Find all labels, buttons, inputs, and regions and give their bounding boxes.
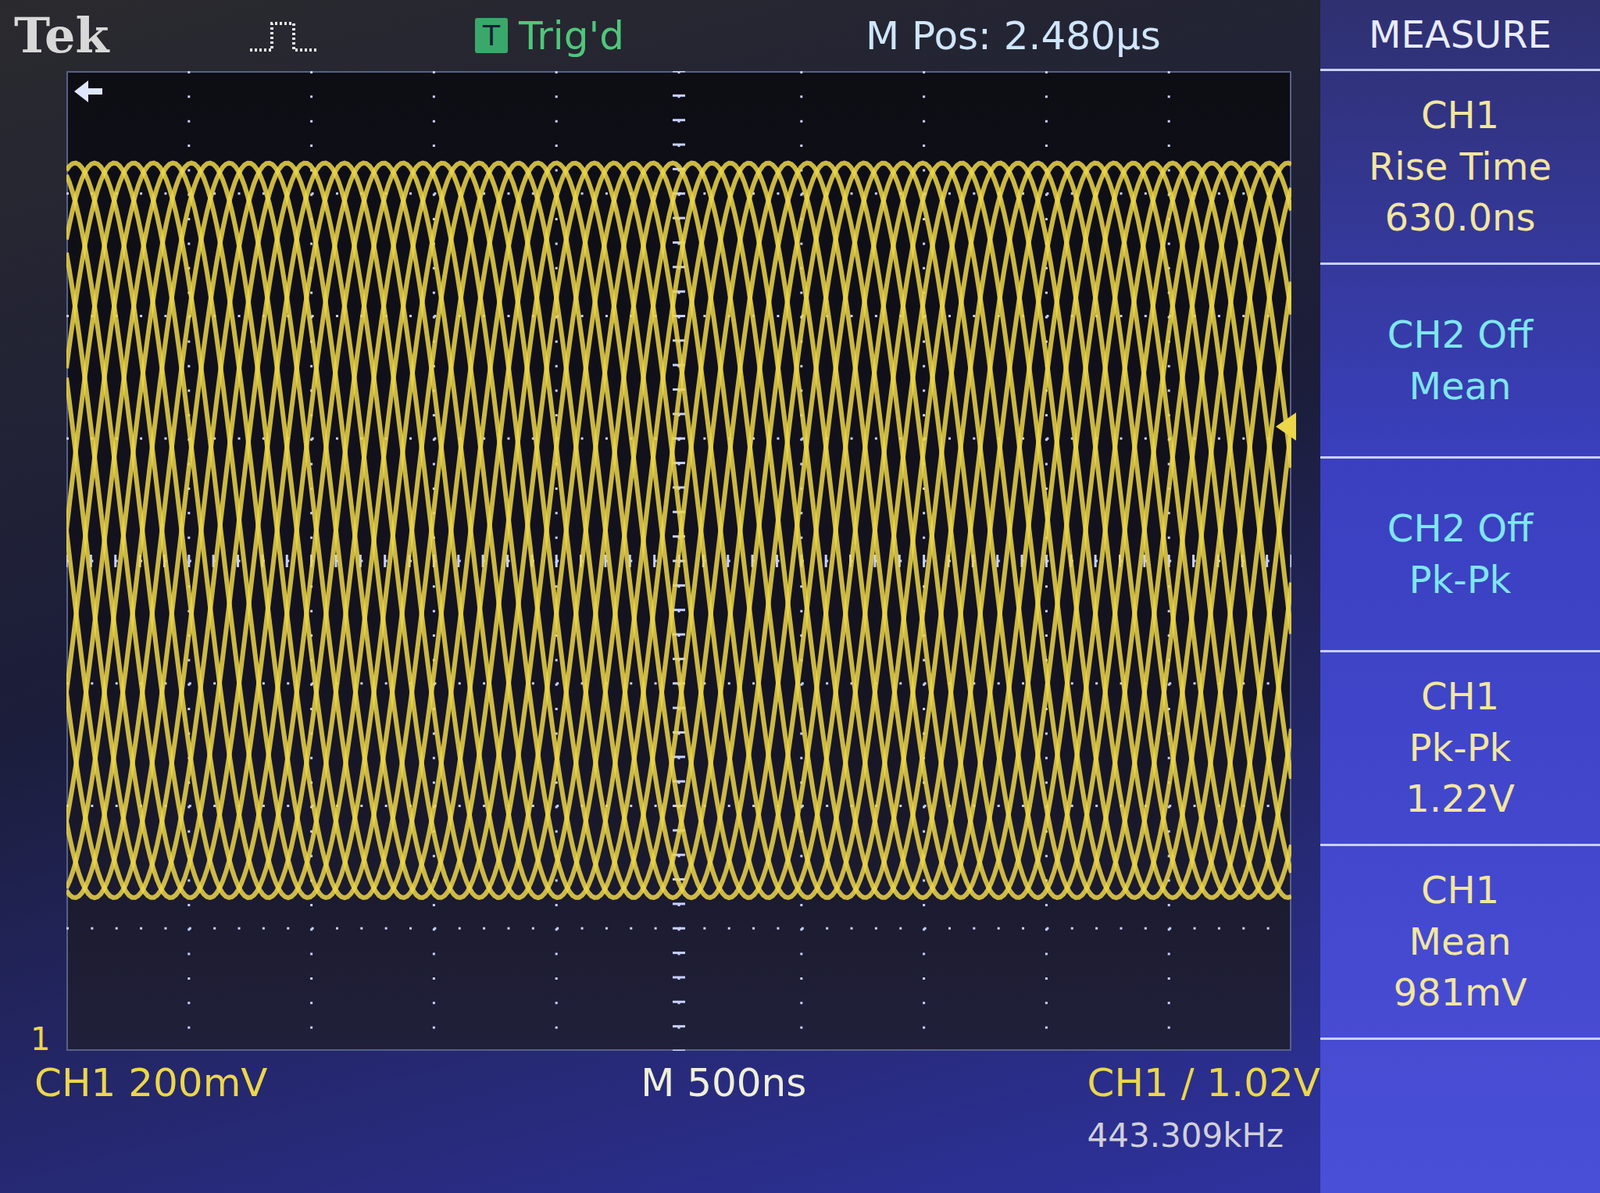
waveform-display: 1 <box>66 71 1292 1051</box>
axis-tick <box>672 608 686 611</box>
waveform-trace <box>66 163 1292 899</box>
measurement-value: 1.22V <box>1405 776 1515 822</box>
axis-tick <box>1290 554 1293 568</box>
waveform-trace <box>66 163 1292 899</box>
axis-tick <box>383 554 386 568</box>
measurement-type: Mean <box>1409 364 1512 410</box>
axis-tick <box>672 1050 686 1052</box>
waveform-chart <box>66 71 1292 1051</box>
measurement-source: CH1 <box>1421 674 1500 720</box>
measurement-value: 630.0ns <box>1385 195 1536 241</box>
waveform-trace <box>66 163 1292 899</box>
waveform-trace <box>66 163 1292 899</box>
waveform-trace <box>66 163 1292 899</box>
axis-tick <box>726 554 729 568</box>
measurement-button[interactable]: CH1 Mean 981mV <box>1320 846 1600 1040</box>
axis-tick <box>672 118 686 122</box>
waveform-trace <box>66 163 1292 899</box>
waveform-trace <box>66 163 1292 899</box>
measurement-type: Pk-Pk <box>1409 725 1512 772</box>
measurement-type: Mean <box>1409 919 1512 965</box>
measurement-type: Rise Time <box>1368 144 1552 190</box>
measurement-type: Pk-Pk <box>1409 557 1512 604</box>
axis-tick <box>825 554 828 568</box>
axis-tick <box>114 554 117 568</box>
grid-line <box>66 927 1292 930</box>
time-scale: M 500ns <box>640 1060 1087 1106</box>
axis-tick <box>1265 554 1268 568</box>
waveform-trace <box>66 163 1292 898</box>
axis-tick <box>672 902 686 905</box>
axis-tick <box>672 94 686 97</box>
axis-tick <box>996 554 999 568</box>
axis-tick <box>285 554 289 568</box>
axis-tick <box>672 927 686 930</box>
axis-tick <box>457 554 460 568</box>
trigger-type-icon <box>248 18 319 54</box>
waveform-trace <box>66 163 1292 899</box>
measurement-source: CH2 Off <box>1387 506 1533 552</box>
status-bar: Tek TTrig'dM Pos: 2.480µs <box>0 0 1321 72</box>
axis-tick <box>672 143 686 147</box>
channel-scale: CH1 200mV <box>34 1060 641 1106</box>
oscilloscope-screen: TekTTrig'dM Pos: 2.480µs1CH1 200mVM 500n… <box>0 0 1600 1193</box>
trigger-level-icon[interactable] <box>1274 409 1298 444</box>
trigger-badge: T <box>475 17 508 54</box>
axis-tick <box>672 951 686 954</box>
axis-tick <box>672 71 686 73</box>
axis-tick <box>1094 554 1097 568</box>
grid-line <box>555 71 558 1051</box>
measurement-source: CH1 <box>1421 867 1500 914</box>
measurement-source: CH2 Off <box>1387 312 1533 358</box>
axis-tick <box>1192 554 1195 568</box>
trigger-position-icon <box>71 77 106 106</box>
waveform-trace <box>66 163 1292 898</box>
measurement-button[interactable]: CH2 Off Mean <box>1320 264 1600 459</box>
measurement-source: CH1 <box>1421 92 1500 139</box>
axis-tick <box>187 554 190 568</box>
grid-line <box>1045 71 1048 1051</box>
waveform-trace <box>66 163 1292 899</box>
waveform-trace <box>66 163 1292 898</box>
trigger-frequency: 443.309kHz <box>1087 1116 1322 1155</box>
measure-menu: MEASURECH1Rise Time630.0nsCH2 OffMeanCH2… <box>1320 0 1600 1193</box>
footer: CH1 200mVM 500nsCH1 / 1.02V 443.309kHz <box>0 1050 1321 1193</box>
measurement-button[interactable]: CH1 Pk-Pk1.22V <box>1320 652 1600 847</box>
axis-tick <box>672 975 686 979</box>
trigger-setting: CH1 / 1.02V <box>1087 1060 1322 1106</box>
axis-tick <box>672 1025 686 1028</box>
waveform-trace <box>66 163 1292 898</box>
graticule-frame <box>67 71 1291 1050</box>
menu-title: MEASURE <box>1320 0 1600 72</box>
axis-tick <box>555 554 558 568</box>
axis-tick <box>672 1000 686 1004</box>
trigger-status: TTrig'd <box>475 13 866 59</box>
horizontal-position: M Pos: 2.480µs <box>865 13 1161 59</box>
brand-logo: Tek <box>14 7 249 65</box>
waveform-trace <box>66 163 1292 899</box>
axis-tick <box>653 554 656 568</box>
axis-tick <box>922 554 925 568</box>
measurement-button[interactable]: CH2 Off Pk-Pk <box>1320 458 1600 653</box>
ground-marker[interactable]: 1 <box>30 1021 50 1058</box>
measurement-value: 981mV <box>1392 970 1527 1016</box>
measurement-button[interactable]: CH1 Rise Time 630.0ns <box>1320 71 1600 265</box>
